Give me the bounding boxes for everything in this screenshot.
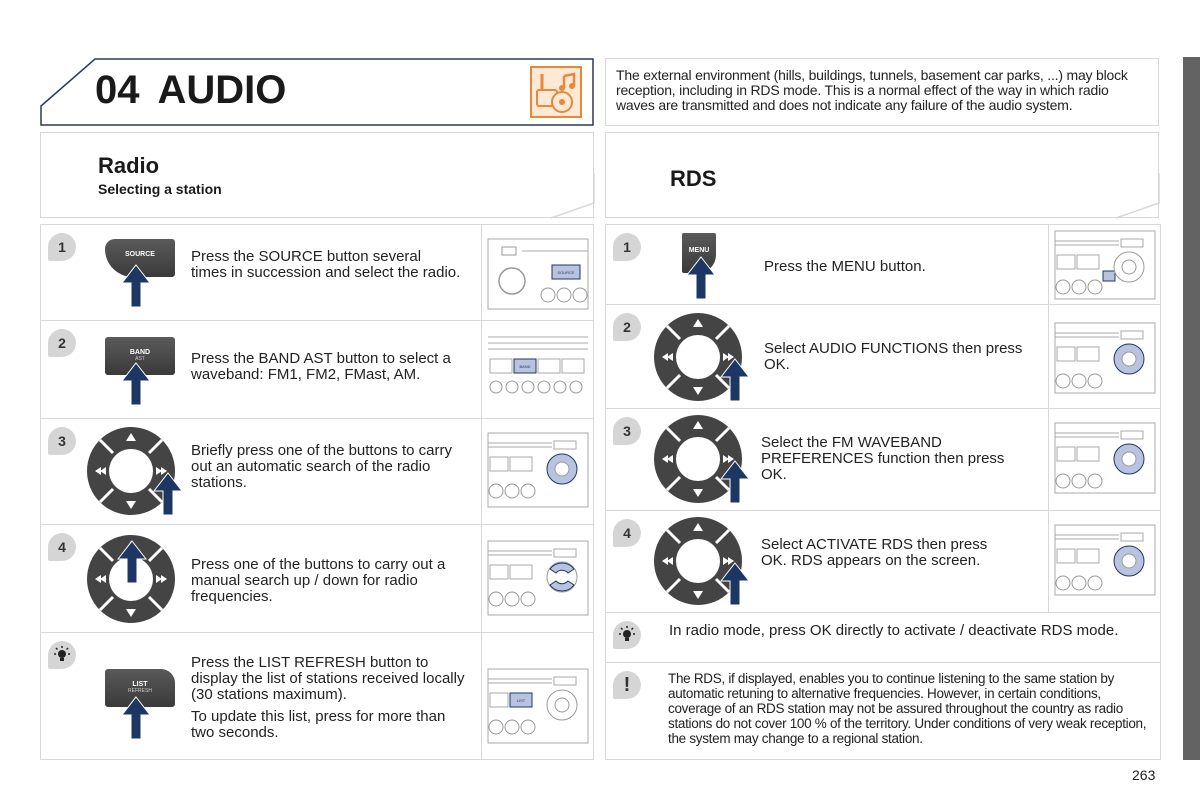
svg-text:SOURCE: SOURCE xyxy=(557,270,574,275)
tip-lightbulb-icon xyxy=(48,641,76,669)
chapter-header: 04 AUDIO xyxy=(40,58,594,126)
step-text: Briefly press one of the buttons to carr… xyxy=(191,442,452,491)
press-arrow-icon xyxy=(686,256,716,299)
rds-step-1: 1 MENU Press the MENU button. xyxy=(606,225,1160,305)
radio-step-list-refresh: LIST REFRESH Press the LIST REFRESH butto… xyxy=(41,633,593,760)
press-arrow-icon xyxy=(153,472,183,515)
radio-panel-diagram xyxy=(1048,511,1160,613)
step-text: Press one of the buttons to carry out a … xyxy=(191,556,446,605)
tip-lightbulb-icon xyxy=(613,621,641,649)
radio-subtitle: Selecting a station xyxy=(98,181,222,197)
radio-steps-table: 1 SOURCE Press the SOURCE button several… xyxy=(40,224,594,760)
rds-title: RDS xyxy=(670,166,717,191)
radio-panel-diagram xyxy=(1048,225,1160,305)
radio-section-header: Radio Selecting a station xyxy=(40,132,595,219)
step-text: Press the BAND AST button to select a wa… xyxy=(191,350,451,383)
rds-step-2: 2 Select AUDIO FUNCTIONS then press OK. xyxy=(606,305,1160,409)
radio-panel-diagram: LIST xyxy=(481,633,593,760)
radio-step-4: 4 Press one of the buttons to carry out … xyxy=(41,525,593,633)
rds-tip-row: In radio mode, press OK directly to acti… xyxy=(606,613,1160,663)
radio-music-cd-icon xyxy=(530,66,582,118)
radio-title: Radio xyxy=(98,153,160,178)
step-badge: 4 xyxy=(613,519,641,547)
press-arrow-icon xyxy=(121,362,151,405)
step-badge: 2 xyxy=(613,313,641,341)
rds-step-4: 4 Select ACTIVATE RDS then press OK. RDS… xyxy=(606,511,1160,613)
rds-tip-text: In radio mode, press OK directly to acti… xyxy=(669,622,1119,639)
radio-panel-diagram xyxy=(1048,305,1160,409)
radio-panel-diagram: SOURCE xyxy=(481,225,593,321)
step-text: Select AUDIO FUNCTIONS then press OK. xyxy=(764,340,1023,373)
radio-step-3: 3 Briefly press one of the buttons to ca… xyxy=(41,419,593,525)
press-arrow-icon xyxy=(121,696,151,739)
svg-text:LIST: LIST xyxy=(517,698,526,703)
step-text-extra: To update this list, press for more than… xyxy=(191,708,446,741)
chapter-side-tab xyxy=(1183,57,1200,760)
rds-warning-row: ! The RDS, if displayed, enables you to … xyxy=(606,663,1160,760)
rds-steps-table: 1 MENU Press the MENU button. 2 Select A… xyxy=(605,224,1161,760)
step-text: Select the FM WAVEBAND PREFERENCES funct… xyxy=(761,434,1005,483)
step-badge: 1 xyxy=(48,233,76,261)
press-arrow-icon xyxy=(117,540,147,583)
chapter-name: AUDIO xyxy=(157,68,287,112)
chapter-number: 04 xyxy=(95,68,140,112)
press-arrow-icon xyxy=(121,264,151,307)
step-text: Press the MENU button. xyxy=(764,258,926,275)
step-text: Press the LIST REFRESH button to display… xyxy=(191,655,471,741)
radio-panel-diagram xyxy=(1048,409,1160,511)
step-badge: 3 xyxy=(48,427,76,455)
radio-panel-diagram xyxy=(481,419,593,525)
step-text-main: Press the LIST REFRESH button to display… xyxy=(191,654,465,703)
step-badge: 2 xyxy=(48,329,76,357)
radio-step-1: 1 SOURCE Press the SOURCE button several… xyxy=(41,225,593,321)
page-number: 263 xyxy=(1132,767,1156,783)
step-text: Select ACTIVATE RDS then press OK. RDS a… xyxy=(761,536,988,569)
chapter-title: 04 AUDIO xyxy=(95,68,286,113)
step-text: Press the SOURCE button several times in… xyxy=(191,248,461,281)
rds-warning-text: The RDS, if displayed, enables you to co… xyxy=(668,671,1147,746)
reception-info-note: The external environment (hills, buildin… xyxy=(605,58,1159,126)
press-arrow-icon xyxy=(720,358,750,401)
warning-exclamation-icon: ! xyxy=(613,671,641,699)
step-badge: 1 xyxy=(613,233,641,261)
radio-step-2: 2 BAND AST Press the BAND AST button to s… xyxy=(41,321,593,419)
press-arrow-icon xyxy=(720,562,750,605)
step-badge: 4 xyxy=(48,533,76,561)
radio-panel-diagram: BAND xyxy=(481,321,593,419)
press-arrow-icon xyxy=(720,460,750,503)
svg-text:BAND: BAND xyxy=(519,364,530,369)
step-badge: 3 xyxy=(613,417,641,445)
rds-step-3: 3 Select the FM WAVEBAND PREFERENCES fun… xyxy=(606,409,1160,511)
rds-section-header: RDS xyxy=(605,132,1160,219)
radio-panel-diagram xyxy=(481,525,593,633)
